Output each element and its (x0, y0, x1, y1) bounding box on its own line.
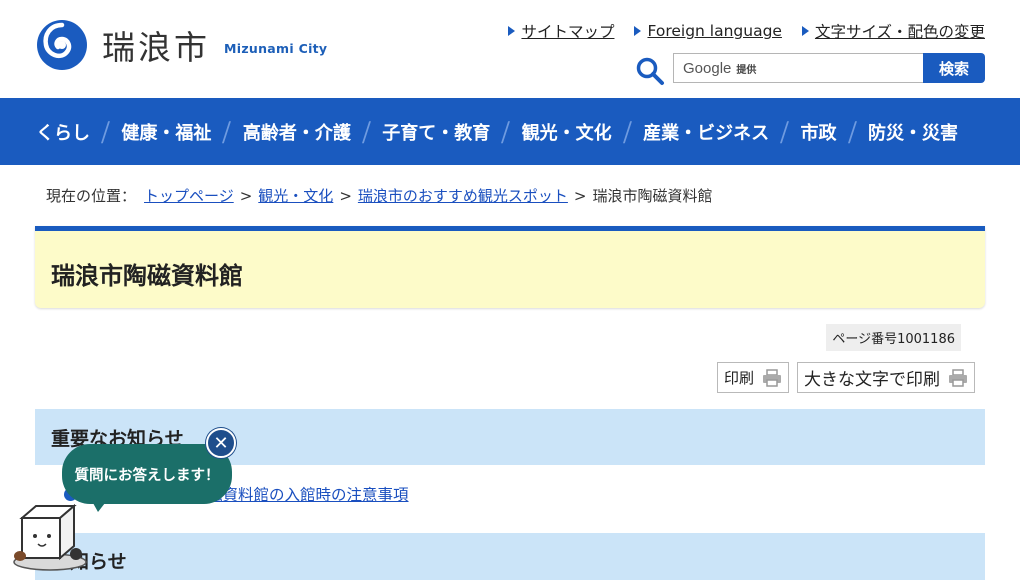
nav-item-city-government[interactable]: 市政 (801, 119, 837, 145)
chatbot-widget: 質問にお答えします！ ✕ (8, 428, 248, 578)
sitemap-link-label: サイトマップ (521, 23, 615, 41)
breadcrumb-link-spots[interactable]: 瑞浪市のおすすめ観光スポット (358, 185, 568, 206)
nav-separator: | (498, 119, 514, 144)
provided-label: 提供 (736, 64, 757, 76)
nav-separator: | (777, 119, 793, 144)
close-icon[interactable]: ✕ (206, 428, 236, 458)
breadcrumb-separator: > (573, 186, 587, 205)
triangle-right-icon (508, 26, 516, 36)
print-button[interactable]: 印刷 (716, 362, 789, 393)
foreign-language-link-label: Foreign language (647, 22, 782, 40)
nav-item-childcare-education[interactable]: 子育て・教育 (382, 119, 490, 145)
nav-separator: | (619, 119, 636, 144)
search-button[interactable]: 検索 (923, 53, 985, 83)
nav-separator: | (844, 119, 861, 144)
nav-item-elderly-care[interactable]: 高齢者・介護 (243, 119, 351, 145)
site-logo[interactable]: 瑞浪市 Mizunami City (36, 19, 327, 71)
nav-item-kurashi[interactable]: くらし (36, 119, 90, 145)
nav-item-tourism-culture[interactable]: 観光・文化 (522, 119, 612, 145)
city-emblem-icon (37, 20, 87, 70)
print-buttons: 印刷 大きな文字で印刷 (709, 362, 975, 393)
print-large-button[interactable]: 大きな文字で印刷 (797, 362, 975, 393)
page-number: ページ番号1001186 (826, 324, 961, 351)
nav-item-disaster-prevention[interactable]: 防災・災害 (868, 119, 958, 145)
breadcrumb-separator: > (339, 186, 352, 205)
breadcrumb-separator: > (239, 186, 253, 205)
printer-icon (763, 368, 781, 387)
chatbot-bubble-tail (88, 494, 112, 512)
foreign-language-link[interactable]: Foreign language (634, 20, 782, 42)
page-title: 瑞浪市陶磁資料館 (51, 262, 243, 290)
breadcrumb: 現在の位置： トップページ > 観光・文化 > 瑞浪市のおすすめ観光スポット >… (46, 185, 713, 206)
nav-separator: | (97, 119, 114, 144)
printer-icon (949, 368, 967, 387)
text-size-color-link[interactable]: 文字サイズ・配色の変更 (801, 20, 985, 42)
site-search: Google 提供 検索 (635, 50, 985, 86)
global-nav: くらし | 健康・福祉 | 高齢者・介護 | 子育て・教育 | 観光・文化 | … (0, 98, 1020, 165)
google-label: Google (683, 59, 732, 77)
nav-separator: | (219, 119, 235, 144)
search-icon (636, 57, 664, 85)
logo-text: 瑞浪市 (102, 28, 210, 67)
nav-item-industry-business[interactable]: 産業・ビジネス (643, 119, 769, 145)
breadcrumb-link-tourism[interactable]: 観光・文化 (258, 185, 333, 206)
text-size-color-link-label: 文字サイズ・配色の変更 (814, 23, 985, 41)
print-button-label: 印刷 (723, 369, 754, 387)
nav-separator: | (358, 119, 375, 144)
breadcrumb-current: 瑞浪市陶磁資料館 (592, 187, 713, 205)
utility-links: サイトマップ Foreign language 文字サイズ・配色の変更 (488, 20, 985, 42)
triangle-right-icon (634, 26, 642, 36)
breadcrumb-link-top[interactable]: トップページ (144, 185, 234, 206)
sitemap-link[interactable]: サイトマップ (508, 20, 614, 42)
search-input[interactable]: Google 提供 (673, 53, 923, 83)
breadcrumb-here-label: 現在の位置： (46, 187, 137, 205)
logo-subtitle: Mizunami City (224, 40, 328, 56)
nav-item-health-welfare[interactable]: 健康・福祉 (121, 119, 211, 145)
page-title-box: 瑞浪市陶磁資料館 (35, 226, 985, 308)
triangle-right-icon (801, 26, 809, 36)
chatbot-character-icon[interactable] (10, 500, 90, 572)
print-large-button-label: 大きな文字で印刷 (804, 370, 940, 390)
